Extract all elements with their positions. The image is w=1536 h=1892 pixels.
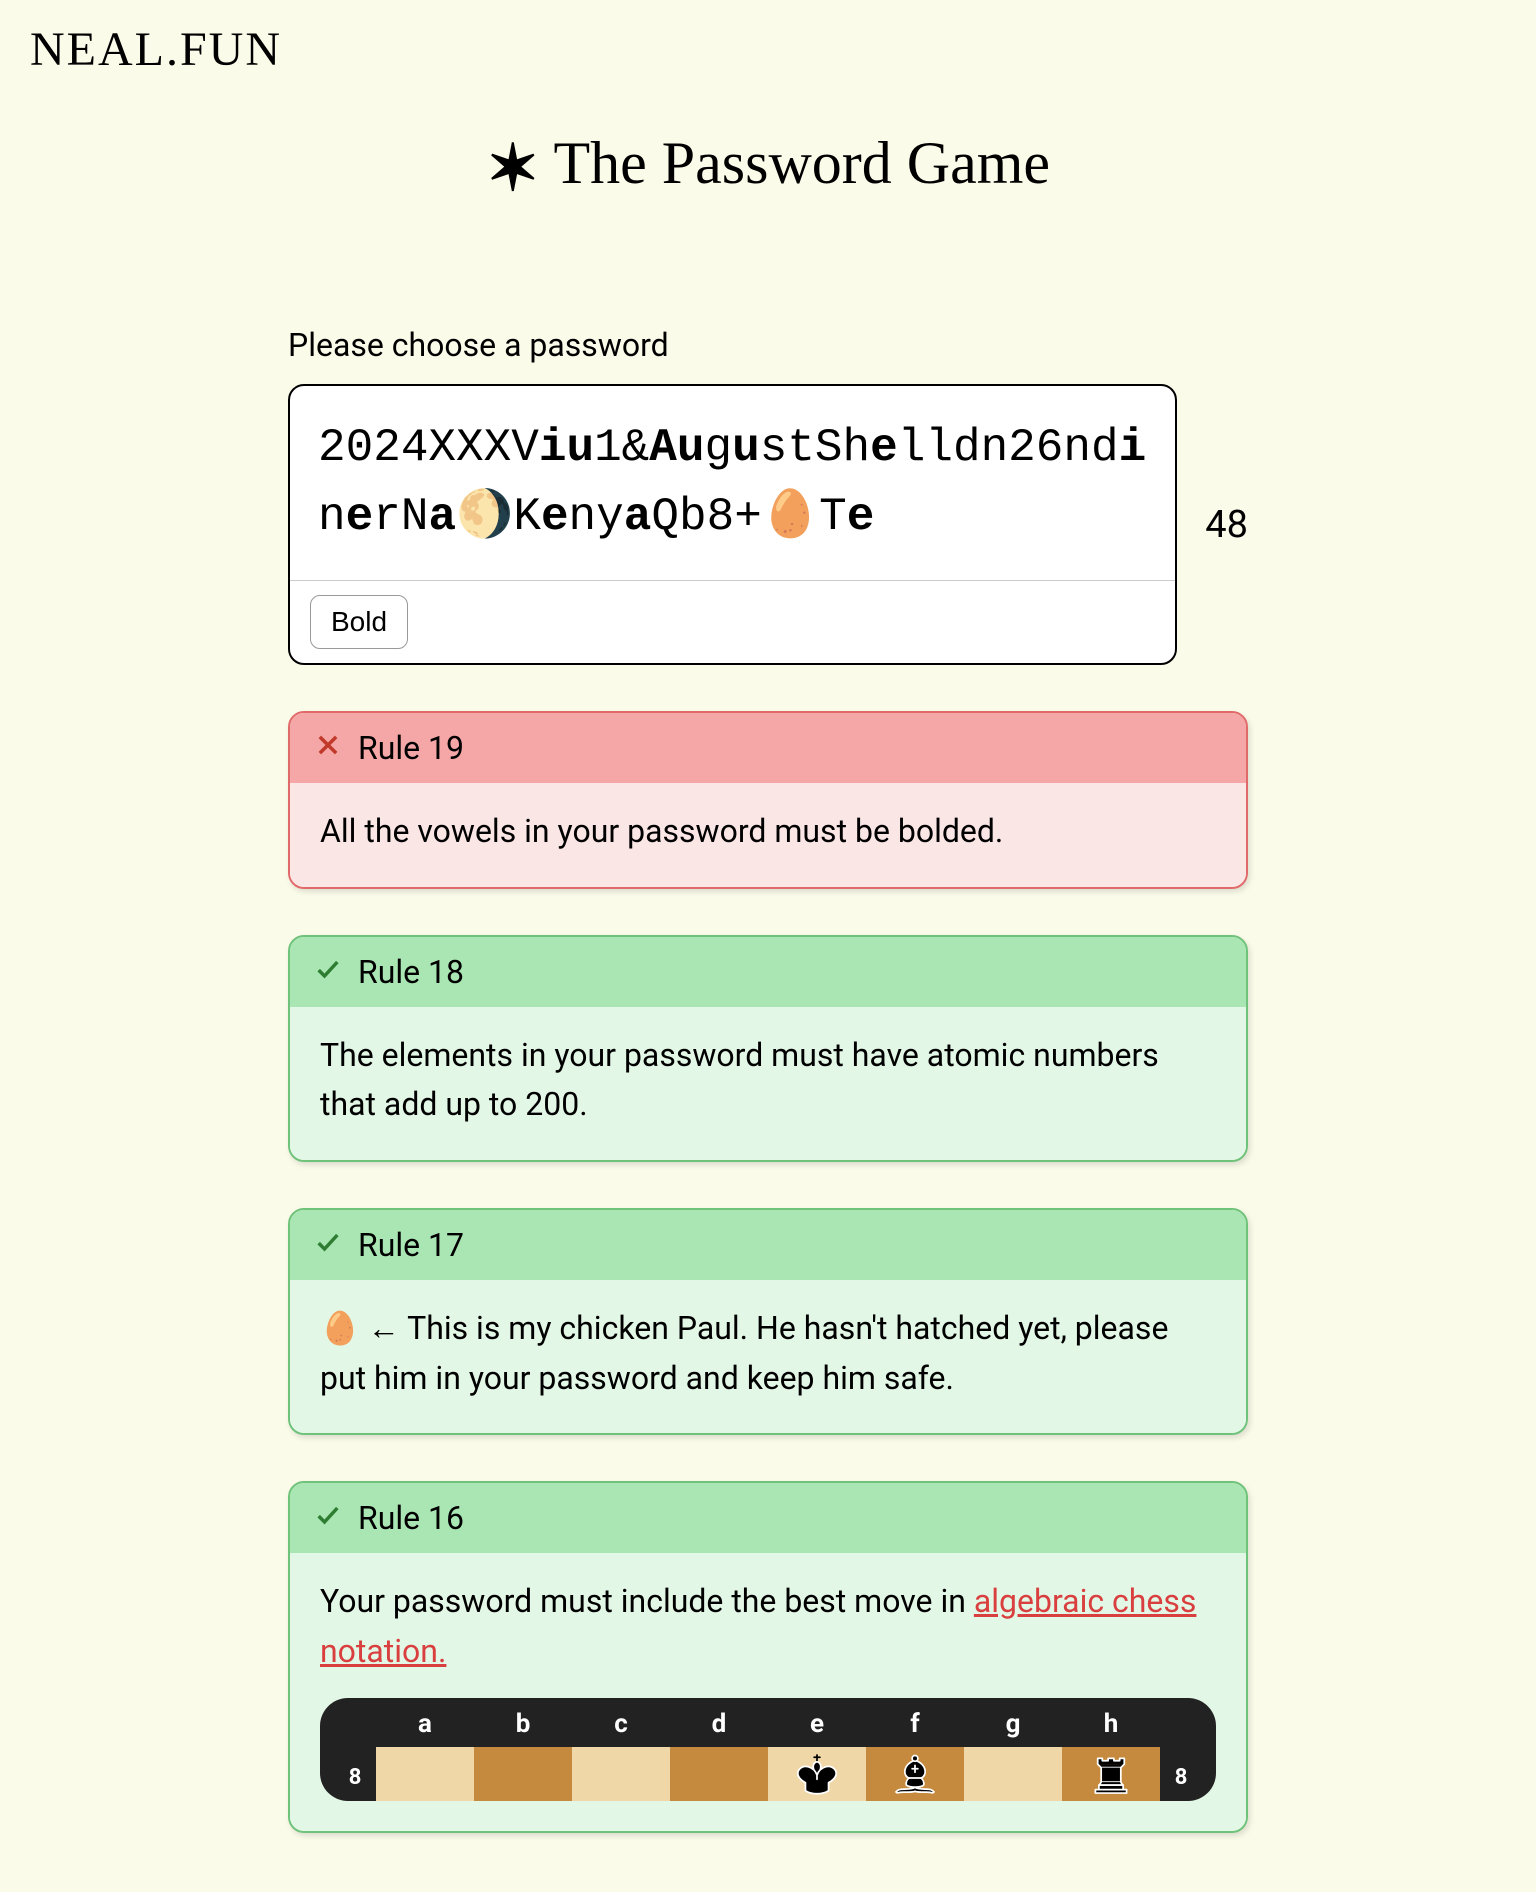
password-box: 2024XXXViu1&AugustShelldn26ndinerNa🌖Keny… <box>288 384 1177 665</box>
character-count: 48 <box>1205 503 1248 547</box>
chess-file-label: h <box>1062 1704 1160 1744</box>
rule-body-text: The elements in your password must have … <box>320 1036 1159 1124</box>
password-segment[interactable]: e <box>847 491 875 543</box>
password-segment[interactable]: 🌖K <box>456 491 541 543</box>
password-segment[interactable]: lldn26nd <box>898 422 1119 474</box>
check-icon <box>314 1226 342 1264</box>
rule-body-text: All the vowels in your password must be … <box>320 812 1003 850</box>
x-icon <box>314 729 342 767</box>
password-segment[interactable]: stSh <box>760 422 870 474</box>
password-segment[interactable]: iu <box>539 422 594 474</box>
rule-card: Rule 16 Your password must include the be… <box>288 1481 1248 1832</box>
chess-square <box>866 1747 964 1801</box>
password-segment[interactable]: g <box>705 422 733 474</box>
rule-number: Rule 18 <box>358 953 464 991</box>
chess-file-label: c <box>572 1704 670 1744</box>
bold-button[interactable]: Bold <box>310 595 408 649</box>
chess-rank-label: 8 <box>334 1747 376 1801</box>
password-segment[interactable]: u <box>732 422 760 474</box>
chess-squares <box>376 1747 1160 1801</box>
check-icon <box>314 1499 342 1537</box>
site-logo[interactable]: NEAL.FUN <box>0 0 1536 99</box>
rule-header: Rule 16 <box>290 1483 1246 1553</box>
rule-number: Rule 17 <box>358 1226 464 1264</box>
chess-square <box>572 1747 670 1801</box>
title-text: The Password Game <box>553 130 1050 196</box>
password-segment[interactable]: Qb8+🥚T <box>651 491 846 543</box>
password-segment[interactable]: Au <box>649 422 704 474</box>
rules-list: Rule 19 All the vowels in your password m… <box>288 711 1248 1832</box>
rule-body: All the vowels in your password must be … <box>290 783 1246 887</box>
rule-header: Rule 17 <box>290 1210 1246 1280</box>
chess-file-label: f <box>866 1704 964 1744</box>
black-rook-icon <box>1085 1748 1137 1800</box>
password-segment[interactable]: 2024XXXV <box>318 422 539 474</box>
rule-number: Rule 19 <box>358 729 464 767</box>
password-segment[interactable]: e <box>541 491 569 543</box>
password-segment[interactable]: rN <box>373 491 428 543</box>
password-segment[interactable]: e <box>346 491 374 543</box>
password-segment[interactable]: i <box>1119 422 1147 474</box>
chess-row: 88 <box>334 1747 1202 1801</box>
black-king-icon <box>791 1748 843 1800</box>
rule-body: 🥚 ← This is my chicken Paul. He hasn't h… <box>290 1280 1246 1433</box>
rule-header: Rule 18 <box>290 937 1246 1007</box>
chess-file-labels: abcdefgh <box>334 1702 1202 1746</box>
password-segment[interactable]: a <box>428 491 456 543</box>
chess-file-label: d <box>670 1704 768 1744</box>
password-segment[interactable]: ny <box>569 491 624 543</box>
rule-header: Rule 19 <box>290 713 1246 783</box>
check-icon <box>314 953 342 991</box>
chess-square <box>1062 1747 1160 1801</box>
rule-card: Rule 18 The elements in your password mus… <box>288 935 1248 1162</box>
editor-toolbar: Bold <box>290 580 1175 663</box>
rule-card: Rule 19 All the vowels in your password m… <box>288 711 1248 889</box>
black-bishop-icon <box>889 1748 941 1800</box>
password-segment[interactable]: 1& <box>594 422 649 474</box>
rule-body-text: 🥚 ← This is my chicken Paul. He hasn't h… <box>320 1309 1168 1397</box>
chess-square <box>474 1747 572 1801</box>
chess-square <box>376 1747 474 1801</box>
chess-rank-label: 8 <box>1160 1747 1202 1801</box>
rule-body-text: Your password must include the best move… <box>320 1582 974 1620</box>
title-asterisk-icon: ✶ <box>486 133 540 204</box>
password-prompt-label: Please choose a password <box>288 326 1248 364</box>
chessboard: abcdefgh88 <box>320 1698 1216 1800</box>
chess-square <box>670 1747 768 1801</box>
page-title: ✶ The Password Game <box>288 129 1248 206</box>
chess-square <box>964 1747 1062 1801</box>
chess-square <box>768 1747 866 1801</box>
chess-file-label: e <box>768 1704 866 1744</box>
password-segment[interactable]: n <box>318 491 346 543</box>
chess-file-label: a <box>376 1704 474 1744</box>
rule-number: Rule 16 <box>358 1499 464 1537</box>
password-segment[interactable]: e <box>870 422 898 474</box>
rule-body: Your password must include the best move… <box>290 1553 1246 1830</box>
rule-card: Rule 17 🥚 ← This is my chicken Paul. He h… <box>288 1208 1248 1435</box>
chess-file-label: g <box>964 1704 1062 1744</box>
rule-body: The elements in your password must have … <box>290 1007 1246 1160</box>
password-input[interactable]: 2024XXXViu1&AugustShelldn26ndinerNa🌖Keny… <box>290 386 1175 580</box>
password-segment[interactable]: a <box>624 491 652 543</box>
chess-file-label: b <box>474 1704 572 1744</box>
